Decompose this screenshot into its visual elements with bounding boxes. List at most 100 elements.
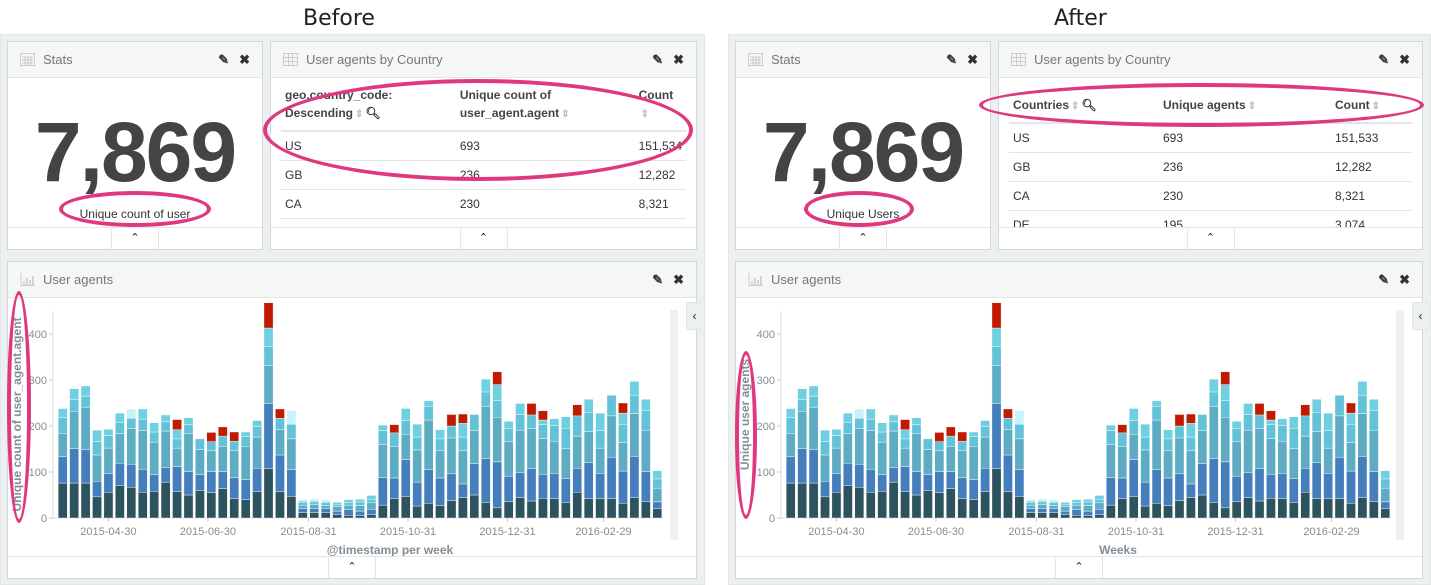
bar-segment-s2[interactable] [820, 480, 830, 498]
bar-segment-s3[interactable] [1289, 448, 1299, 479]
bar-segment-s3[interactable] [1209, 406, 1219, 459]
bar-segment-s1[interactable] [160, 481, 171, 519]
bar-segment-s4[interactable] [549, 425, 560, 442]
bar-segment-s5[interactable] [583, 399, 594, 413]
edit-icon[interactable]: ✎ [652, 272, 663, 288]
bar-segment-s3[interactable] [1300, 435, 1311, 469]
bar-segment-s3[interactable] [160, 430, 171, 468]
bar-segment-s3[interactable] [934, 450, 945, 472]
search-icon[interactable]: 🔍︎ [1081, 98, 1096, 112]
bar-segment-s6_red[interactable] [1300, 404, 1311, 417]
bar-segment-s6_red[interactable] [946, 426, 956, 437]
bar-segment-s3[interactable] [1128, 434, 1139, 460]
bar-segment-s2[interactable] [1277, 473, 1288, 499]
bar-segment-s4[interactable] [400, 420, 411, 435]
bar-segment-s6_red[interactable] [526, 403, 537, 416]
bar-segment-s4[interactable] [343, 502, 354, 506]
bar-segment-s1[interactable] [298, 512, 308, 519]
bar-segment-s3[interactable] [1060, 506, 1070, 512]
bar-segment-s1[interactable] [1209, 502, 1219, 519]
bar-segment-s2[interactable] [103, 473, 114, 493]
bar-segment-s3[interactable] [797, 411, 807, 449]
bar-segment-s2[interactable] [1334, 457, 1345, 499]
bar-segment-s2[interactable] [652, 501, 663, 509]
toggle-spy-button[interactable]: ⌃ [459, 227, 508, 249]
bar-segment-s5[interactable] [980, 420, 990, 427]
sort-icon[interactable]: ⇕ [355, 109, 363, 120]
bar-segment-s4[interactable] [1380, 478, 1391, 489]
bar-segment-s4[interactable] [195, 438, 205, 450]
bar-segment-s2[interactable] [229, 477, 240, 499]
bar-segment-s3[interactable] [57, 433, 68, 458]
bar-segment-s3[interactable] [1323, 447, 1333, 474]
bar-segment-s5[interactable] [865, 408, 876, 420]
column-header-country[interactable]: Countries ⇕ 🔍︎ [1009, 78, 1159, 124]
bar-segment-s4[interactable] [206, 441, 217, 452]
bar-segment-s4[interactable] [332, 503, 342, 507]
collapse-legend-button[interactable]: ‹ [686, 302, 702, 330]
bar-segment-s1[interactable] [946, 488, 956, 519]
bar-segment-s6_red[interactable] [275, 408, 285, 419]
bar-segment-s3[interactable] [808, 406, 819, 450]
bar-segment-s1[interactable] [900, 491, 910, 519]
bar-segment-s3[interactable] [183, 433, 194, 472]
bar-segment-s2[interactable] [355, 510, 365, 516]
bar-segment-s2[interactable] [629, 456, 640, 498]
bar-segment-s6_red[interactable] [1117, 424, 1128, 434]
bar-segment-s4[interactable] [446, 425, 457, 439]
bar-segment-s1[interactable] [492, 507, 502, 519]
bar-segment-s4[interactable] [991, 346, 1002, 366]
bar-segment-s6_red[interactable] [218, 426, 228, 437]
bar-segment-s1[interactable] [923, 490, 933, 519]
bar-segment-s4[interactable] [503, 428, 514, 442]
bar-segment-s5[interactable] [115, 412, 125, 423]
bar-segment-s3[interactable] [252, 436, 262, 469]
bar-segment-s6_red[interactable] [900, 419, 910, 430]
bar-segment-s4[interactable] [1254, 414, 1265, 429]
bar-segment-s3[interactable] [991, 365, 1002, 404]
bar-segment-s3[interactable] [595, 447, 605, 474]
bar-segment-s1[interactable] [877, 491, 887, 519]
bar-segment-s1[interactable] [1197, 494, 1208, 519]
bar-segment-s4[interactable] [934, 441, 945, 452]
column-header-unique[interactable]: Unique count of user_agent.agent ⇕ [455, 78, 635, 132]
bar-segment-s6_red[interactable] [572, 404, 583, 417]
bar-segment-s3[interactable] [1003, 429, 1013, 456]
bar-segment-s3[interactable] [629, 413, 640, 457]
bar-segment-s2[interactable] [412, 481, 422, 507]
bar-segment-s1[interactable] [469, 494, 480, 519]
bar-segment-s1[interactable] [595, 498, 605, 519]
bar-segment-s7_pale[interactable] [286, 410, 297, 425]
bar-segment-s4[interactable] [1277, 425, 1288, 442]
bar-segment-s1[interactable] [865, 492, 876, 519]
bar-segment-s2[interactable] [946, 471, 956, 489]
bar-segment-s1[interactable] [309, 512, 320, 519]
bar-segment-s1[interactable] [629, 497, 640, 519]
bar-segment-s4[interactable] [492, 400, 502, 418]
bar-segment-s4[interactable] [309, 501, 320, 505]
bar-segment-s4[interactable] [469, 414, 480, 431]
bar-segment-s5[interactable] [1266, 419, 1276, 425]
bar-segment-s4[interactable] [595, 430, 605, 449]
bar-segment-s3[interactable] [218, 446, 228, 472]
bar-segment-s2[interactable] [332, 510, 342, 515]
toggle-spy-button[interactable]: ⌃ [1055, 556, 1103, 578]
bar-segment-s5[interactable] [1094, 495, 1105, 500]
bar-segment-s4[interactable] [183, 424, 194, 434]
bar-segment-s6_red[interactable] [1254, 403, 1265, 416]
bar-segment-s2[interactable] [492, 461, 502, 509]
bar-segment-s1[interactable] [343, 515, 354, 519]
bar-segment-s4[interactable] [1026, 502, 1036, 506]
bar-segment-s1[interactable] [561, 502, 571, 519]
bar-segment-s6_red[interactable] [206, 432, 217, 442]
bar-segment-s4[interactable] [366, 498, 377, 504]
bar-segment-s5[interactable] [320, 501, 331, 504]
bar-segment-s1[interactable] [808, 482, 819, 519]
bar-segment-s2[interactable] [1037, 508, 1048, 513]
bar-segment-s5[interactable] [1323, 412, 1333, 431]
bar-segment-s2[interactable] [1128, 459, 1139, 497]
bar-segment-s1[interactable] [1151, 503, 1162, 519]
bar-segment-s3[interactable] [80, 406, 91, 450]
bar-segment-s5[interactable] [1163, 429, 1173, 440]
bar-segment-s5[interactable] [797, 388, 807, 400]
